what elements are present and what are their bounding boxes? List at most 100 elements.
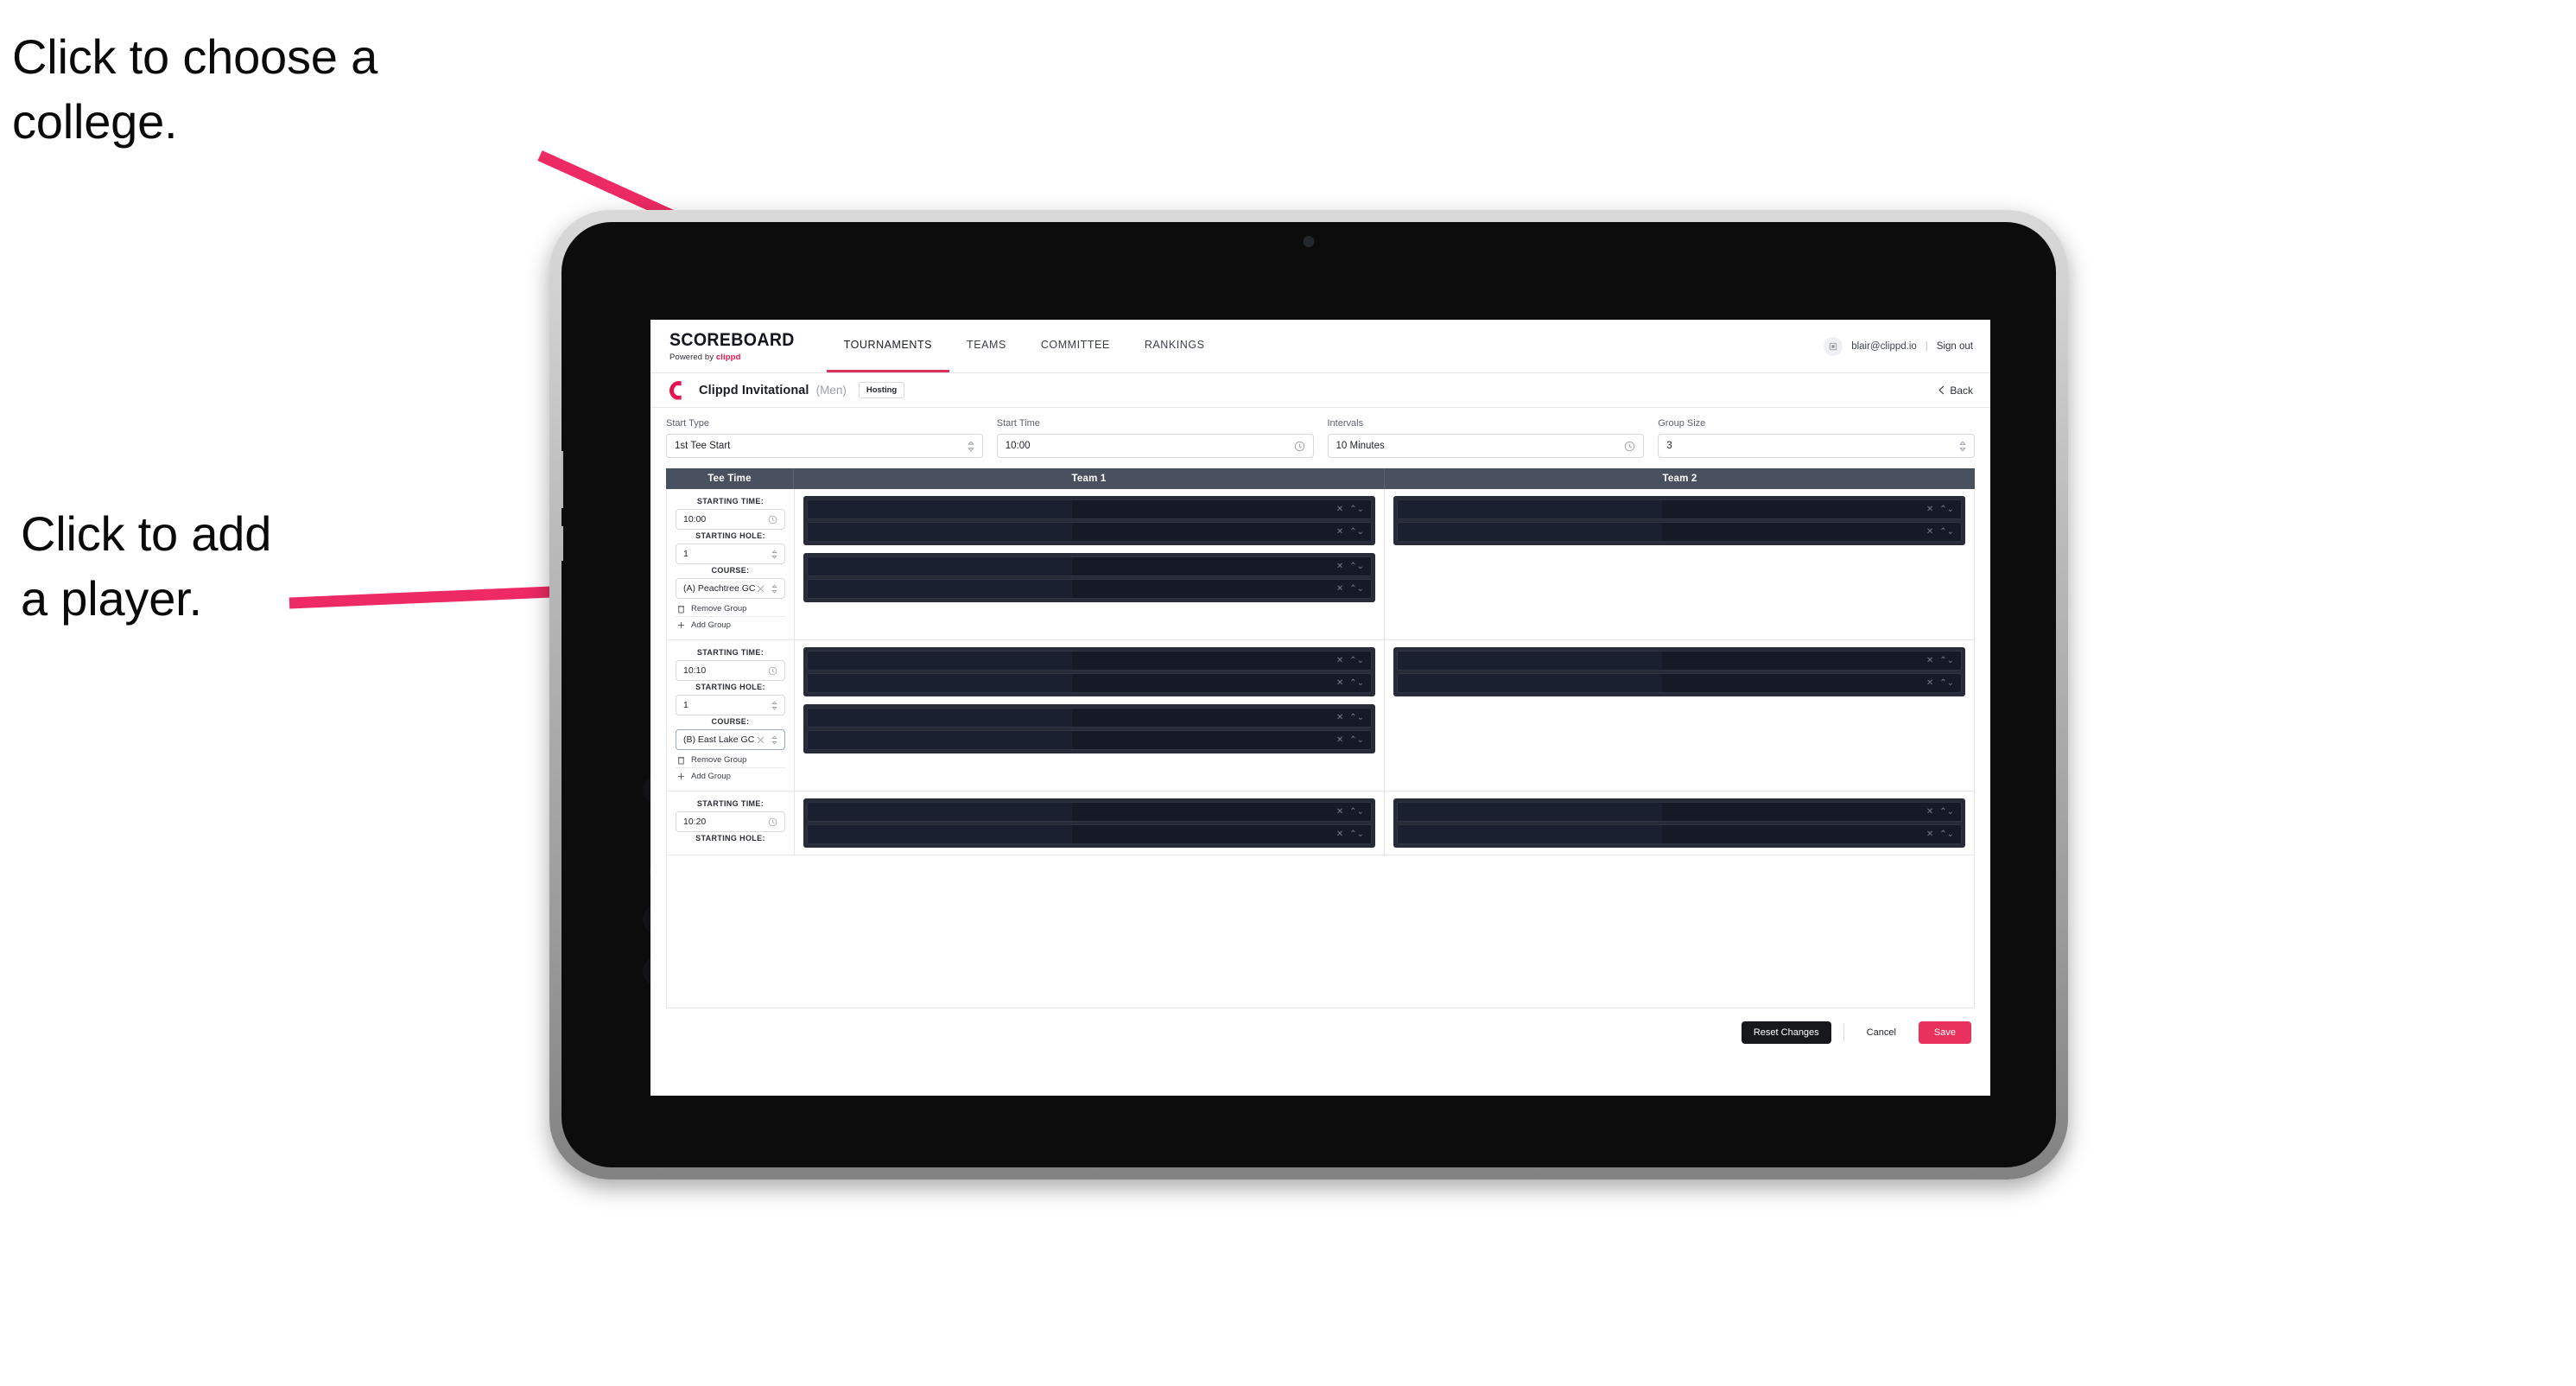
starting-time-input[interactable]: 10:10 <box>676 660 785 681</box>
player-slot[interactable]: ✕ ⌃⌄ <box>807 499 1372 519</box>
updown-chevrons-icon[interactable] <box>771 549 777 559</box>
tab-committee[interactable]: COMMITTEE <box>1024 320 1127 372</box>
updown-chevrons-icon[interactable]: ⌃⌄ <box>1939 678 1954 688</box>
start-time-input[interactable]: 10:00 <box>996 434 1314 458</box>
updown-chevrons-icon[interactable]: ⌃⌄ <box>1349 505 1364 514</box>
updown-chevrons-icon[interactable]: ⌃⌄ <box>1939 807 1954 817</box>
updown-chevrons-icon[interactable]: ⌃⌄ <box>1939 656 1954 665</box>
user-avatar-icon[interactable] <box>1824 336 1843 356</box>
updown-chevrons-icon[interactable]: ⌃⌄ <box>1349 807 1364 817</box>
starting-hole-label: STARTING HOLE: <box>695 834 765 842</box>
updown-chevrons-icon[interactable] <box>771 734 777 745</box>
x-clear-icon[interactable]: ✕ <box>1926 807 1933 817</box>
player-slot[interactable]: ✕ ⌃⌄ <box>807 651 1372 671</box>
x-clear-icon[interactable] <box>757 736 765 744</box>
player-slot[interactable]: ✕ ⌃⌄ <box>807 824 1372 844</box>
pairings-table-body[interactable]: STARTING TIME: 10:00 STARTING HOLE: 1 CO… <box>666 489 1975 1008</box>
clock-icon[interactable] <box>1294 441 1305 452</box>
intervals-input[interactable]: 10 Minutes <box>1327 434 1645 458</box>
group-size-stepper[interactable]: 3 <box>1658 434 1975 458</box>
course-select[interactable]: (B) East Lake GC <box>676 729 785 750</box>
x-clear-icon[interactable]: ✕ <box>1336 713 1343 722</box>
x-clear-icon[interactable]: ✕ <box>1336 584 1343 594</box>
tee-time-cell: STARTING TIME: 10:00 STARTING HOLE: 1 CO… <box>667 489 795 639</box>
starting-hole-stepper[interactable]: 1 <box>676 544 785 564</box>
player-slot[interactable]: ✕ ⌃⌄ <box>807 556 1372 576</box>
player-slot[interactable]: ✕ ⌃⌄ <box>807 579 1372 599</box>
clock-icon[interactable] <box>1624 441 1635 452</box>
tab-tournaments[interactable]: TOURNAMENTS <box>826 320 950 372</box>
remove-group-button[interactable]: Remove Group <box>676 752 785 767</box>
x-clear-icon[interactable]: ✕ <box>1926 830 1933 839</box>
updown-chevrons-icon[interactable] <box>1959 440 1966 452</box>
footer-divider <box>1843 1024 1844 1041</box>
course-select[interactable]: (A) Peachtree GC <box>676 578 785 599</box>
clock-icon[interactable] <box>768 817 777 827</box>
player-slot[interactable]: ✕ ⌃⌄ <box>807 802 1372 822</box>
add-group-button[interactable]: Add Group <box>676 616 785 633</box>
tab-rankings[interactable]: RANKINGS <box>1127 320 1222 372</box>
x-clear-icon[interactable]: ✕ <box>1336 505 1343 514</box>
x-clear-icon[interactable]: ✕ <box>1336 678 1343 688</box>
volume-up-button[interactable] <box>562 451 563 508</box>
updown-chevrons-icon[interactable] <box>771 583 777 594</box>
footer-action-bar: Reset Changes Cancel Save <box>650 1008 1990 1057</box>
updown-chevrons-icon[interactable] <box>968 440 974 452</box>
starting-time-input[interactable]: 10:00 <box>676 509 785 530</box>
x-clear-icon[interactable] <box>757 585 765 593</box>
player-slot[interactable]: ✕ ⌃⌄ <box>1397 824 1962 844</box>
player-slot[interactable]: ✕ ⌃⌄ <box>1397 522 1962 542</box>
volume-down-button[interactable] <box>562 526 563 561</box>
x-clear-icon[interactable]: ✕ <box>1336 830 1343 839</box>
remove-group-button[interactable]: Remove Group <box>676 601 785 616</box>
save-button[interactable]: Save <box>1918 1021 1971 1044</box>
player-slot[interactable]: ✕ ⌃⌄ <box>807 522 1372 542</box>
x-clear-icon[interactable]: ✕ <box>1926 656 1933 665</box>
x-clear-icon[interactable]: ✕ <box>1336 735 1343 745</box>
start-type-select[interactable]: 1st Tee Start <box>666 434 983 458</box>
player-slot[interactable]: ✕ ⌃⌄ <box>1397 802 1962 822</box>
updown-chevrons-icon[interactable]: ⌃⌄ <box>1349 562 1364 571</box>
player-slot[interactable]: ✕ ⌃⌄ <box>1397 651 1962 671</box>
starting-hole-label: STARTING HOLE: <box>695 683 765 691</box>
player-group: ✕ ⌃⌄ ✕ ⌃⌄ <box>803 553 1375 602</box>
updown-chevrons-icon[interactable] <box>771 700 777 710</box>
updown-chevrons-icon[interactable]: ⌃⌄ <box>1349 678 1364 688</box>
player-slot[interactable]: ✕ ⌃⌄ <box>807 708 1372 728</box>
x-clear-icon[interactable]: ✕ <box>1336 527 1343 537</box>
starting-hole-stepper[interactable]: 1 <box>676 695 785 715</box>
x-clear-icon[interactable]: ✕ <box>1336 562 1343 571</box>
updown-chevrons-icon[interactable]: ⌃⌄ <box>1349 713 1364 722</box>
player-slot[interactable]: ✕ ⌃⌄ <box>1397 499 1962 519</box>
updown-chevrons-icon[interactable]: ⌃⌄ <box>1939 830 1954 839</box>
starting-time-label: STARTING TIME: <box>696 648 765 657</box>
back-button[interactable]: Back <box>1938 385 1973 397</box>
x-clear-icon[interactable]: ✕ <box>1926 527 1933 537</box>
x-clear-icon[interactable]: ✕ <box>1926 505 1933 514</box>
cancel-button[interactable]: Cancel <box>1856 1021 1907 1044</box>
updown-chevrons-icon[interactable]: ⌃⌄ <box>1939 527 1954 537</box>
player-slot[interactable]: ✕ ⌃⌄ <box>1397 673 1962 693</box>
redacted-player-name <box>1398 825 1663 843</box>
tab-teams[interactable]: TEAMS <box>949 320 1024 372</box>
updown-chevrons-icon[interactable]: ⌃⌄ <box>1939 505 1954 514</box>
brand-logo[interactable]: SCOREBOARD Powered by clippd <box>669 320 827 372</box>
player-slot[interactable]: ✕ ⌃⌄ <box>807 673 1372 693</box>
updown-chevrons-icon[interactable]: ⌃⌄ <box>1349 830 1364 839</box>
add-group-button[interactable]: Add Group <box>676 767 785 784</box>
x-clear-icon[interactable]: ✕ <box>1926 678 1933 688</box>
x-clear-icon[interactable]: ✕ <box>1336 656 1343 665</box>
reset-changes-button[interactable]: Reset Changes <box>1741 1021 1831 1044</box>
updown-chevrons-icon[interactable]: ⌃⌄ <box>1349 527 1364 537</box>
front-camera-icon <box>1303 236 1315 247</box>
x-clear-icon[interactable]: ✕ <box>1336 807 1343 817</box>
clock-icon[interactable] <box>768 515 777 525</box>
clock-icon[interactable] <box>768 666 777 676</box>
starting-time-input[interactable]: 10:20 <box>676 811 785 832</box>
updown-chevrons-icon[interactable]: ⌃⌄ <box>1349 656 1364 665</box>
updown-chevrons-icon[interactable]: ⌃⌄ <box>1349 584 1364 594</box>
sign-out-link[interactable]: Sign out <box>1937 341 1973 352</box>
updown-chevrons-icon[interactable]: ⌃⌄ <box>1349 735 1364 745</box>
player-slot[interactable]: ✕ ⌃⌄ <box>807 730 1372 750</box>
trash-icon <box>677 604 685 614</box>
